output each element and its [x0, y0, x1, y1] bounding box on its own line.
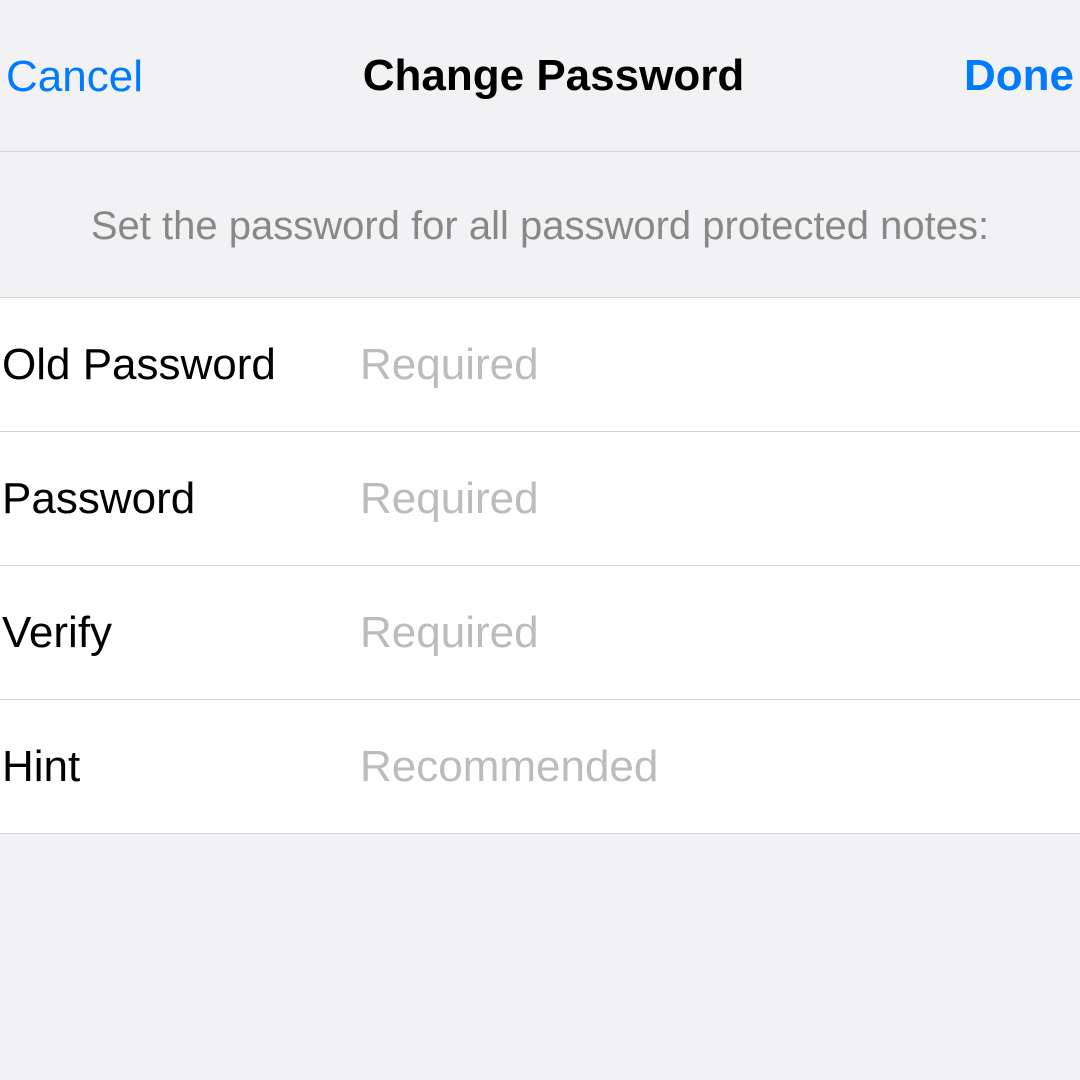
password-label: Password — [0, 474, 360, 524]
password-row: Password — [0, 432, 1080, 566]
hint-input[interactable] — [360, 700, 1080, 833]
done-button[interactable]: Done — [964, 51, 1074, 101]
verify-row: Verify — [0, 566, 1080, 700]
hint-row: Hint — [0, 700, 1080, 834]
verify-input[interactable] — [360, 566, 1080, 699]
cancel-button[interactable]: Cancel — [6, 50, 143, 102]
old-password-input[interactable] — [360, 298, 1080, 431]
old-password-label: Old Password — [0, 340, 360, 390]
hint-label: Hint — [0, 742, 360, 792]
navigation-header: Cancel Change Password Done — [0, 0, 1080, 152]
page-title: Change Password — [143, 51, 964, 101]
password-input[interactable] — [360, 432, 1080, 565]
section-description: Set the password for all password protec… — [0, 152, 1080, 298]
verify-label: Verify — [0, 608, 360, 658]
old-password-row: Old Password — [0, 298, 1080, 432]
